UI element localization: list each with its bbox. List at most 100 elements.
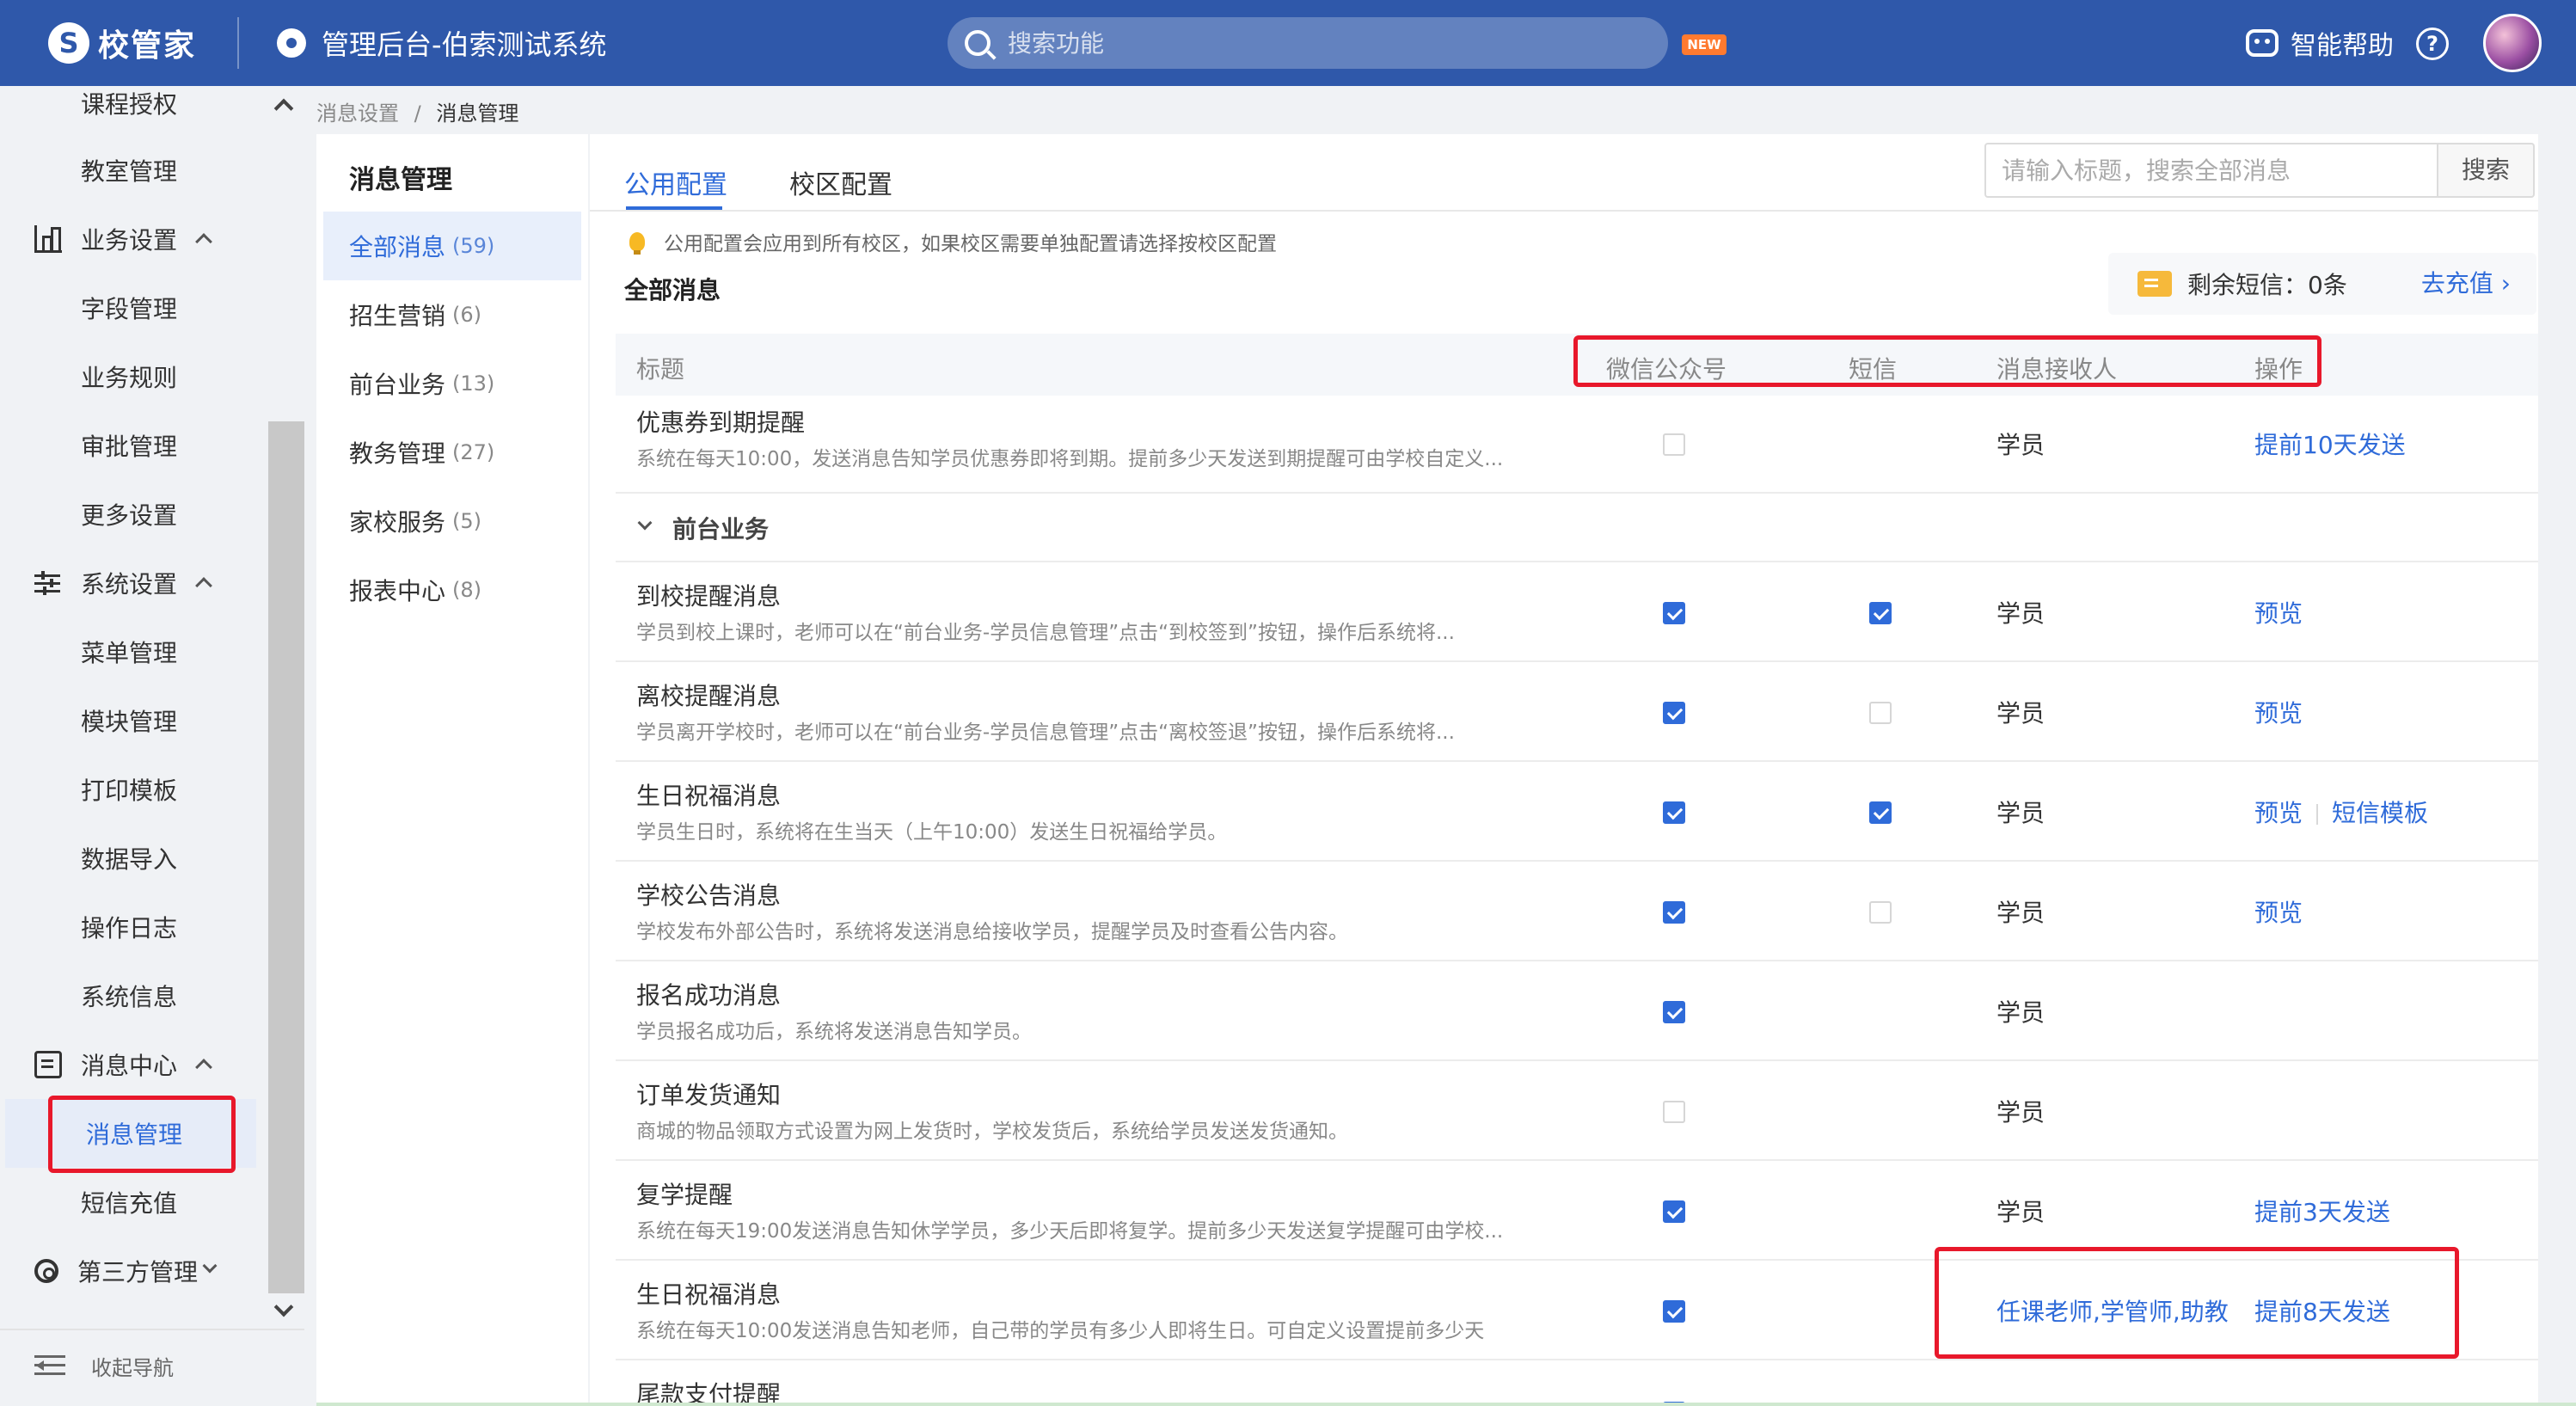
sidebar-item-label: 短信充值 [81,1189,178,1218]
sidebar-item-operation-log[interactable]: 操作日志 [0,893,258,961]
preview-link[interactable]: 预览 [2254,695,2303,729]
category-count: (5) [452,509,482,533]
breadcrumb-current: 消息管理 [436,101,519,126]
global-search-input[interactable] [1008,28,1644,58]
wechat-checkbox[interactable] [1663,801,1685,824]
category-count: (6) [452,303,482,327]
category-front-desk[interactable]: 前台业务 (13) [323,349,581,418]
wechat-checkbox[interactable] [1663,433,1685,456]
wechat-checkbox[interactable] [1663,602,1685,624]
sidebar-item-label: 消息中心 [81,1052,178,1080]
sidebar-item-fields[interactable]: 字段管理 [0,273,258,342]
sidebar-item-label: 业务规则 [81,364,178,392]
row-title: 复学提醒 [636,1181,733,1209]
sidebar-item-label: 系统设置 [81,570,178,599]
row-title: 优惠券到期提醒 [636,408,806,437]
row-description: 学校发布外部公告时，系统将发送消息给接收学员，提醒学员及时查看公告内容。 [636,921,1348,943]
receiver-link[interactable]: 任课老师,学管师,助教 [1996,1293,2229,1328]
sms-checkbox[interactable] [1869,602,1892,624]
tab-divider [590,210,2538,212]
sms-checkbox[interactable] [1869,901,1892,924]
advance-send-link[interactable]: 提前8天发送 [2254,1293,2390,1328]
category-all[interactable]: 全部消息 (59) [323,212,581,280]
wechat-checkbox[interactable] [1663,1001,1685,1023]
column-title: 标题 [636,355,685,384]
receiver: 学员 [1996,899,2045,927]
advance-send-link[interactable]: 提前10天发送 [2254,427,2406,461]
table-row: 复学提醒 系统在每天19:00发送消息告知休学学员，多少天后即将复学。提前多少天… [616,1161,2538,1261]
group-row-front-desk[interactable]: 前台业务 [616,494,2538,562]
sidebar-item-label: 更多设置 [81,501,178,530]
sidebar-item-message-management[interactable]: 消息管理 [5,1099,256,1168]
sidebar-item-course-auth[interactable]: 课程授权 [0,69,258,138]
row-title: 生日祝福消息 [636,1280,782,1309]
sidebar-group-business[interactable]: 业务设置 [0,205,258,273]
tab-campus-config[interactable]: 校区配置 [789,163,892,201]
question-icon[interactable]: ? [2416,28,2449,60]
category-home-school[interactable]: 家校服务 (5) [323,487,581,556]
search-button[interactable]: 搜索 [2438,143,2535,198]
sms-checkbox[interactable] [1869,801,1892,824]
table-row: 尾款支付提醒 学员 [616,1360,2538,1406]
table-row: 报名成功消息 学员报名成功后，系统将发送消息告知学员。 学员 [616,961,2538,1061]
row-title: 学校公告消息 [636,881,782,910]
global-search[interactable] [948,17,1668,69]
row-description: 系统在每天19:00发送消息告知休学学员，多少天后即将复学。提前多少天发送复学提… [636,1220,1504,1243]
sidebar-group-message-center[interactable]: 消息中心 [0,1030,258,1099]
sidebar-item-data-import[interactable]: 数据导入 [0,824,258,893]
sidebar-item-rules[interactable]: 业务规则 [0,342,258,411]
category-academic[interactable]: 教务管理 (27) [323,418,581,487]
sidebar-scrollbar-thumb[interactable] [268,421,304,1293]
avatar[interactable] [2483,14,2542,72]
wechat-checkbox[interactable] [1663,1200,1685,1223]
sidebar-item-label: 字段管理 [81,295,178,323]
sidebar-item-menu[interactable]: 菜单管理 [0,617,258,686]
lightbulb-icon [629,232,645,255]
smart-help-button[interactable]: 智能帮助 [2246,24,2394,62]
message-search-input[interactable] [1984,143,2438,198]
collapse-nav-button[interactable]: 收起导航 [34,1348,174,1383]
preview-link[interactable]: 预览 [2254,894,2303,929]
table-row: 生日祝福消息 系统在每天10:00发送消息告知老师，自己带的学员有多少人即将生日… [616,1261,2538,1360]
wechat-checkbox[interactable] [1663,901,1685,924]
category-enrollment[interactable]: 招生营销 (6) [323,280,581,349]
gear-icon [34,1259,58,1283]
group-label: 前台业务 [672,515,770,543]
recharge-link[interactable]: 去充值 › [2421,253,2511,315]
sidebar-item-label: 课程授权 [81,90,178,119]
category-label: 教务管理 [349,439,446,468]
logo[interactable]: S 校管家 [48,19,196,67]
row-title: 报名成功消息 [636,981,782,1010]
breadcrumb-parent[interactable]: 消息设置 [316,101,399,126]
sidebar-item-more-settings[interactable]: 更多设置 [0,480,258,549]
sidebar-item-label: 打印模板 [81,777,178,805]
sms-checkbox[interactable] [1869,702,1892,724]
sidebar-item-sms-recharge[interactable]: 短信充值 [0,1168,258,1237]
preview-link[interactable]: 预览 [2254,799,2303,827]
row-title: 尾款支付提醒 [636,1380,782,1406]
column-wechat: 微信公众号 [1606,355,1727,384]
preview-link[interactable]: 预览 [2254,595,2303,629]
sidebar-item-approval[interactable]: 审批管理 [0,411,258,480]
sidebar-item-print-templates[interactable]: 打印模板 [0,755,258,824]
sliders-icon [34,569,62,597]
table-header: 标题 微信公众号 短信 消息接收人 操作 [616,334,2538,396]
sidebar-item-classroom[interactable]: 教室管理 [0,136,258,205]
robot-icon [2246,29,2279,57]
row-title: 离校提醒消息 [636,682,782,710]
advance-send-link[interactable]: 提前3天发送 [2254,1194,2390,1228]
wechat-checkbox[interactable] [1663,1101,1685,1123]
sidebar-group-third-party[interactable]: 第三方管理 [0,1237,258,1305]
wechat-checkbox[interactable] [1663,1300,1685,1323]
receiver: 学员 [1996,1098,2045,1127]
tab-public-config[interactable]: 公用配置 [624,163,727,201]
smart-help-label: 智能帮助 [2291,31,2394,61]
app-title: 管理后台-伯索测试系统 [322,28,607,61]
sidebar-item-system-info[interactable]: 系统信息 [0,961,258,1030]
wechat-checkbox[interactable] [1663,702,1685,724]
sidebar-item-modules[interactable]: 模块管理 [0,686,258,755]
sidebar-group-system[interactable]: 系统设置 [0,549,258,617]
section-title: 全部消息 [624,276,721,304]
sms-template-link[interactable]: 短信模板 [2332,799,2428,827]
category-reports[interactable]: 报表中心 (8) [323,556,581,624]
